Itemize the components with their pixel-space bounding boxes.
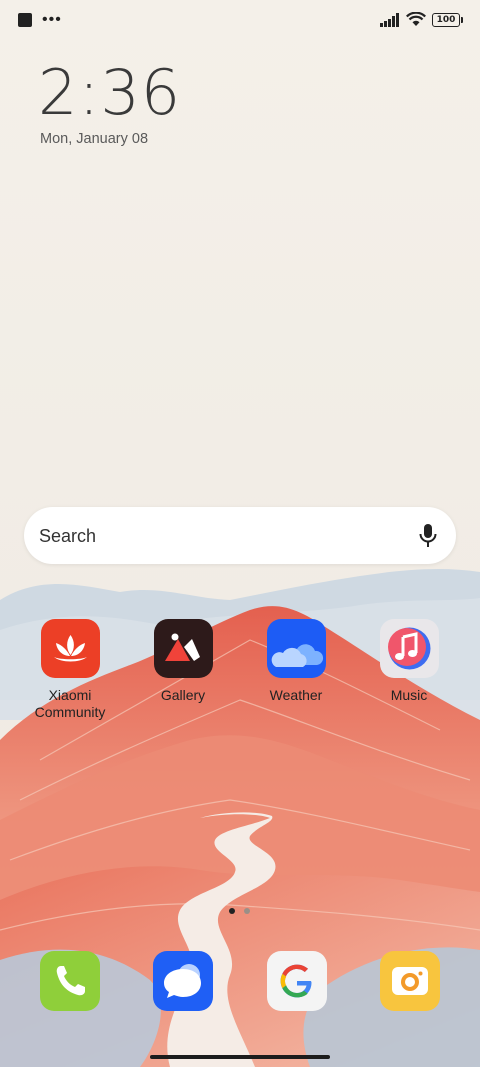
page-dot bbox=[244, 908, 250, 914]
app-label: Xiaomi Community bbox=[34, 687, 106, 720]
app-weather[interactable]: Weather bbox=[246, 619, 346, 704]
signal-icon bbox=[380, 12, 399, 27]
search-bar[interactable]: Search bbox=[24, 507, 456, 564]
app-music[interactable]: Music bbox=[359, 619, 459, 704]
notification-square-icon bbox=[18, 13, 32, 27]
app-label: Gallery bbox=[160, 687, 206, 703]
app-gallery[interactable]: Gallery bbox=[133, 619, 233, 704]
camera-icon[interactable] bbox=[380, 951, 440, 1011]
music-icon bbox=[379, 619, 439, 678]
microphone-icon[interactable] bbox=[418, 523, 438, 549]
page-indicator bbox=[229, 908, 250, 914]
messages-icon[interactable] bbox=[153, 951, 213, 1011]
battery-icon: 100 bbox=[432, 12, 463, 27]
phone-icon[interactable] bbox=[40, 951, 100, 1011]
clock-date[interactable]: Mon, January 08 bbox=[40, 131, 148, 147]
battery-level: 100 bbox=[436, 14, 456, 25]
weather-icon bbox=[266, 619, 326, 678]
google-icon[interactable] bbox=[267, 951, 327, 1011]
app-label: Music bbox=[390, 687, 428, 703]
home-indicator[interactable] bbox=[150, 1055, 330, 1059]
app-label: Weather bbox=[269, 687, 323, 703]
search-placeholder[interactable]: Search bbox=[39, 526, 96, 547]
wifi-icon bbox=[406, 12, 426, 26]
page-dot-active bbox=[229, 908, 235, 914]
clock-time[interactable]: 2:36 bbox=[38, 56, 181, 129]
status-bar: ••• 100 bbox=[0, 0, 480, 42]
gallery-icon bbox=[153, 619, 213, 678]
more-dots-icon: ••• bbox=[42, 11, 62, 28]
xiaomi-community-icon bbox=[40, 619, 100, 678]
app-xiaomi-community[interactable]: Xiaomi Community bbox=[20, 619, 120, 721]
